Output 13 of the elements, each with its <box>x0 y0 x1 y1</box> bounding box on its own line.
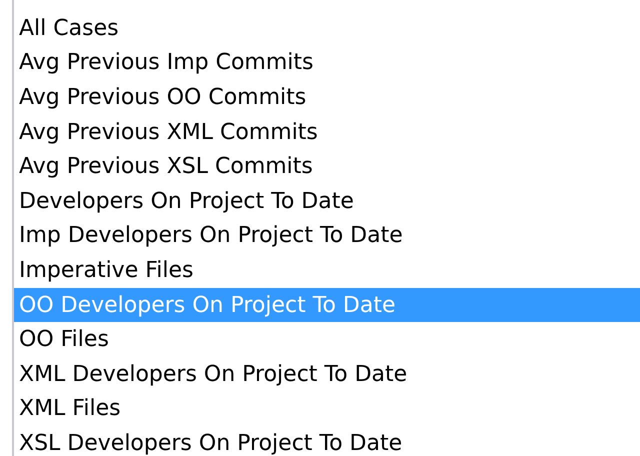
list-item[interactable]: All Cases <box>14 11 640 46</box>
list-item[interactable]: Avg Previous Imp Commits <box>14 46 640 80</box>
list-item[interactable]: Avg Previous XSL Commits <box>14 149 640 184</box>
list-item[interactable]: XSL Developers On Project To Date <box>14 426 640 456</box>
list-item[interactable]: Avg Previous XML Commits <box>14 114 640 150</box>
list-box[interactable] <box>12 0 640 456</box>
list-item[interactable]: Imperative Files <box>14 253 640 288</box>
list-item[interactable]: Avg Previous OO Commits <box>14 80 640 115</box>
list-item[interactable]: XML Files <box>14 392 640 426</box>
list-item[interactable]: Developers On Project To Date <box>14 184 640 219</box>
list-item[interactable]: OO Files <box>14 322 640 357</box>
list-item[interactable]: Imp Developers On Project To Date <box>14 218 640 254</box>
list-item[interactable]: XML Developers On Project To Date <box>14 356 640 392</box>
